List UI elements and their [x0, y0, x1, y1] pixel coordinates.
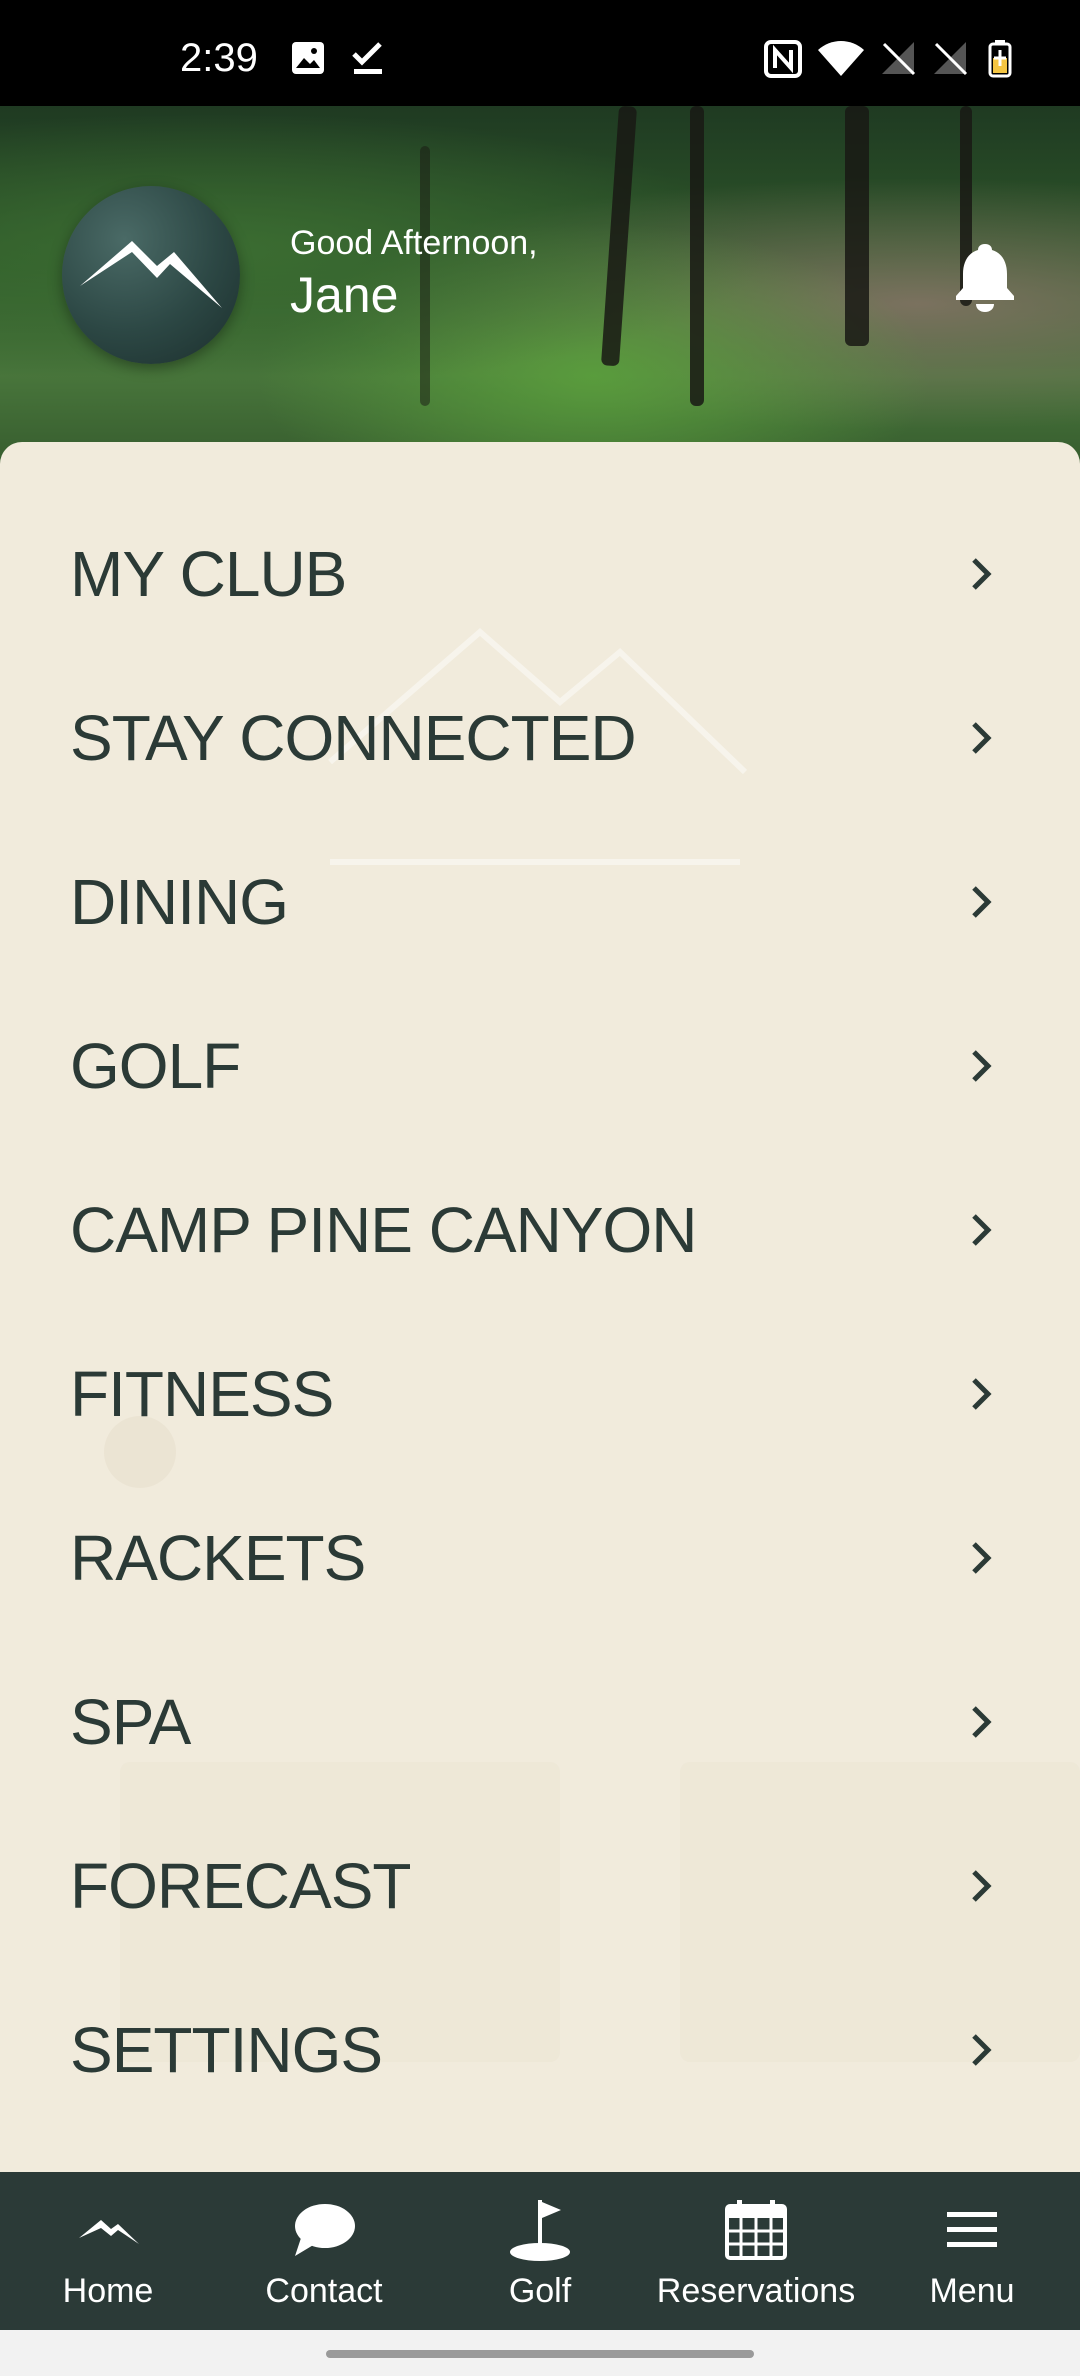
greeting-text: Good Afternoon,	[290, 224, 538, 262]
chevron-right-icon	[972, 2034, 992, 2066]
battery-charging-icon	[988, 40, 1012, 78]
menu-item-label: DINING	[70, 866, 289, 938]
chevron-right-icon	[972, 722, 992, 754]
menu-item-label: FITNESS	[70, 1358, 334, 1430]
no-signal-icon	[882, 42, 916, 76]
menu-item-forecast[interactable]: FORECAST	[0, 1804, 1080, 1968]
no-signal-icon	[934, 42, 968, 76]
nav-label: Reservations	[656, 2272, 856, 2310]
menu-item-spa[interactable]: SPA	[0, 1640, 1080, 1804]
menu-item-stay-connected[interactable]: STAY CONNECTED	[0, 656, 1080, 820]
menu-item-settings[interactable]: SETTINGS	[0, 1968, 1080, 2132]
chevron-right-icon	[972, 1542, 992, 1574]
avatar[interactable]	[62, 186, 240, 364]
user-name: Jane	[290, 267, 399, 323]
tree-trunk	[845, 106, 869, 346]
nav-golf[interactable]: Golf	[432, 2172, 648, 2330]
nfc-icon	[764, 40, 802, 78]
menu-item-label: CAMP PINE CANYON	[70, 1194, 697, 1266]
nav-label: Home	[62, 2272, 154, 2310]
image-icon	[292, 42, 324, 74]
status-time: 2:39	[180, 36, 258, 80]
tree-trunk	[420, 146, 430, 406]
chevron-right-icon	[972, 1214, 992, 1246]
menu-item-label: STAY CONNECTED	[70, 702, 637, 774]
chat-bubble-icon	[295, 2204, 355, 2256]
check-icon	[352, 42, 382, 74]
nav-label: Golf	[508, 2272, 572, 2310]
home-gesture-bar[interactable]	[326, 2350, 754, 2358]
nav-label: Contact	[265, 2272, 383, 2310]
nav-contact[interactable]: Contact	[216, 2172, 432, 2330]
menu-item-rackets[interactable]: RACKETS	[0, 1476, 1080, 1640]
chevron-right-icon	[972, 1706, 992, 1738]
status-bar: 2:39	[0, 0, 1080, 106]
menu-item-label: GOLF	[70, 1030, 241, 1102]
menu-item-fitness[interactable]: FITNESS	[0, 1312, 1080, 1476]
menu-item-label: FORECAST	[70, 1850, 411, 1922]
gesture-area	[0, 2330, 1080, 2376]
nav-label: Menu	[929, 2272, 1015, 2310]
menu-item-dining[interactable]: DINING	[0, 820, 1080, 984]
nav-reservations[interactable]: Reservations	[648, 2172, 864, 2330]
tree-trunk	[690, 106, 704, 406]
menu-item-label: RACKETS	[70, 1522, 366, 1594]
tree-trunk	[600, 106, 638, 367]
header-hero: Good Afternoon, Jane	[0, 106, 1080, 466]
calendar-icon	[725, 2200, 787, 2260]
menu-item-label: MY CLUB	[70, 538, 347, 610]
bell-icon[interactable]	[954, 240, 1016, 312]
wifi-icon	[818, 41, 864, 76]
nav-home[interactable]: Home	[0, 2172, 216, 2330]
mountain-logo-icon	[80, 241, 222, 308]
chevron-right-icon	[972, 886, 992, 918]
chevron-right-icon	[972, 1378, 992, 1410]
bottom-nav: Home Contact Golf Reservations Menu	[0, 2172, 1080, 2330]
menu-item-label: SPA	[70, 1686, 191, 1758]
chevron-right-icon	[972, 558, 992, 590]
mountain-icon	[79, 2220, 139, 2244]
menu-sheet: MY CLUB STAY CONNECTED DINING GOLF CAMP …	[0, 442, 1080, 2172]
chevron-right-icon	[972, 1870, 992, 1902]
menu-item-golf[interactable]: GOLF	[0, 984, 1080, 1148]
menu-item-camp-pine-canyon[interactable]: CAMP PINE CANYON	[0, 1148, 1080, 1312]
menu-item-label: SETTINGS	[70, 2014, 383, 2086]
chevron-right-icon	[972, 1050, 992, 1082]
golf-flag-icon	[510, 2200, 570, 2261]
menu-item-my-club[interactable]: MY CLUB	[0, 492, 1080, 656]
nav-menu[interactable]: Menu	[864, 2172, 1080, 2330]
hamburger-menu-icon	[947, 2212, 997, 2247]
